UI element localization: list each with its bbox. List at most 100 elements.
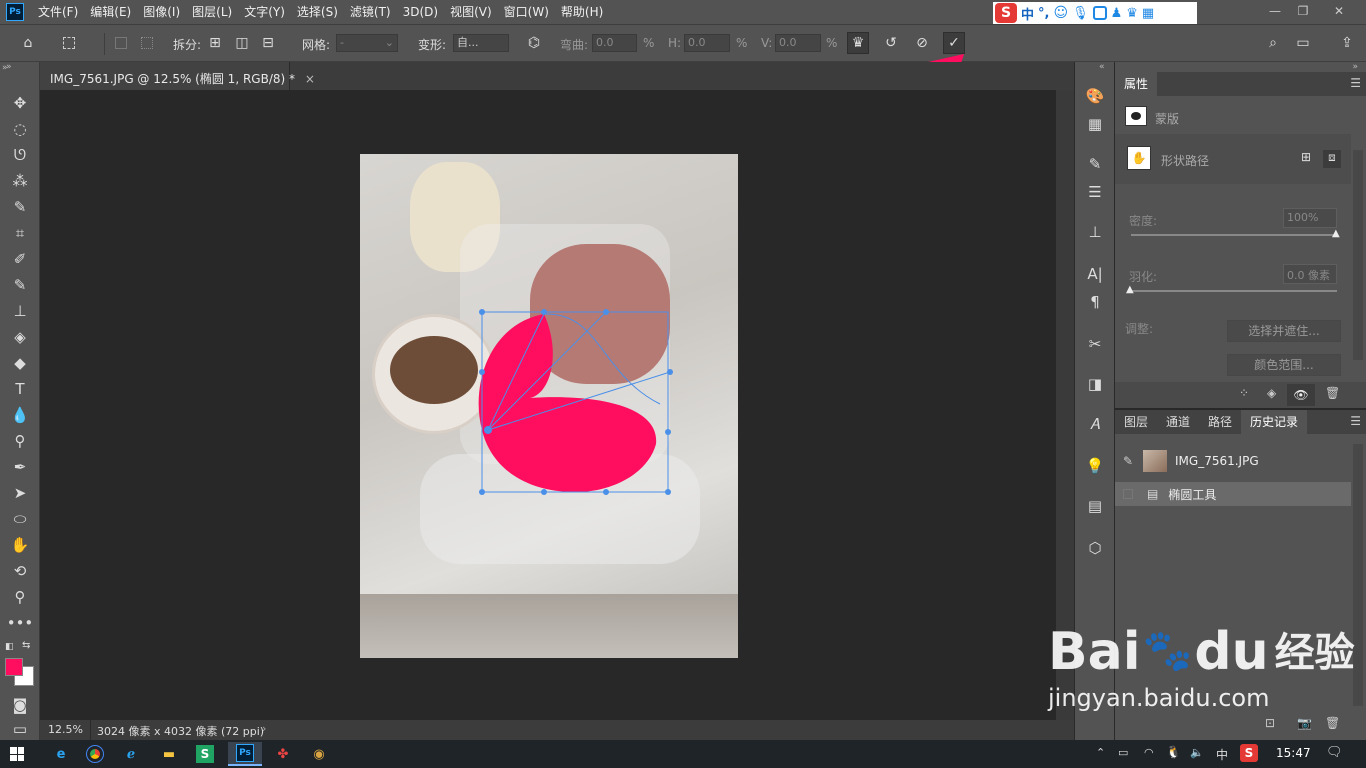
rotate-view-icon[interactable]: ⟲ xyxy=(8,560,32,582)
feather-input[interactable]: 0.0 像素 xyxy=(1283,264,1337,284)
menu-layer[interactable]: 图层(L) xyxy=(186,0,238,24)
crop-tool-icon[interactable]: ⌗ xyxy=(8,222,32,244)
tray-overflow-icon[interactable]: ⌃ xyxy=(1096,746,1105,759)
default-colors-icon[interactable]: ◧ xyxy=(5,642,14,652)
character-panel-icon[interactable]: A| xyxy=(1085,264,1105,284)
warp-select[interactable]: 自... xyxy=(453,34,509,52)
clock-time[interactable]: 15:47 xyxy=(1276,746,1311,760)
hand-tool-icon[interactable]: ✋ xyxy=(8,534,32,556)
tab-history[interactable]: 历史记录 xyxy=(1241,410,1308,434)
handle-bottom-mid-right[interactable] xyxy=(603,489,609,495)
tab-properties[interactable]: 属性 xyxy=(1115,72,1158,96)
delete-state-icon[interactable]: 🗑 xyxy=(1325,716,1340,730)
visibility-eye-icon[interactable]: 👁 xyxy=(1287,384,1315,406)
grid-toggle-icon[interactable] xyxy=(110,32,132,54)
3d-panel-icon[interactable]: ⬡ xyxy=(1085,538,1105,558)
brush-tool-icon[interactable]: ✎ xyxy=(8,274,32,296)
type-tool-icon[interactable]: T xyxy=(8,378,32,400)
density-slider[interactable] xyxy=(1131,234,1337,236)
swatches-panel-icon[interactable]: ▦ xyxy=(1085,114,1105,134)
grid-select[interactable]: - ⌄ xyxy=(336,34,398,52)
screen-mode-icon[interactable]: ▭ xyxy=(8,718,32,740)
brush-settings-icon[interactable]: ✎ xyxy=(1085,154,1105,174)
handle-top-left[interactable] xyxy=(479,309,485,315)
vector-mask-icon[interactable]: ✋ xyxy=(1127,146,1151,170)
path-selection-icon[interactable]: ➤ xyxy=(8,482,32,504)
emoji-icon[interactable]: ☺ xyxy=(1053,5,1068,21)
gradients-icon[interactable]: ▤ xyxy=(1085,496,1105,516)
healing-brush-icon[interactable]: ✐ xyxy=(8,248,32,270)
paragraph-panel-icon[interactable]: ¶ xyxy=(1085,292,1105,312)
share-icon[interactable]: ⇪ xyxy=(1336,32,1358,54)
network-icon[interactable]: ◠ xyxy=(1144,746,1154,759)
input-language[interactable]: 中 xyxy=(1216,746,1228,763)
workspace-icon[interactable]: ▭ xyxy=(1292,32,1314,54)
swap-colors-icon[interactable]: ⇆ xyxy=(22,640,30,651)
taskbar-photoshop[interactable]: Ps xyxy=(228,742,262,766)
select-and-mask-button[interactable]: 选择并遮住... xyxy=(1227,320,1341,342)
move-tool-icon[interactable]: ✥ xyxy=(8,92,32,114)
user-icon[interactable]: ♟ xyxy=(1111,6,1123,21)
panel-menu-icon[interactable]: ☰ xyxy=(1350,76,1361,90)
glyphs-icon[interactable]: 𝐴 xyxy=(1085,414,1105,434)
v-input[interactable]: 0.0 xyxy=(775,34,821,52)
handle-top-right[interactable] xyxy=(603,309,609,315)
search-icon[interactable]: ⌕ xyxy=(1262,32,1284,54)
panel-collapse-icon[interactable]: » xyxy=(2,63,8,73)
menu-edit[interactable]: 编辑(E) xyxy=(84,0,137,24)
handle-bottom-left[interactable] xyxy=(479,489,485,495)
handle-right-lower[interactable] xyxy=(665,429,671,435)
learn-icon[interactable]: 💡 xyxy=(1085,456,1105,476)
file-explorer-icon[interactable]: ▬ xyxy=(156,742,182,766)
new-snapshot-icon[interactable]: 📷 xyxy=(1297,716,1312,730)
menu-help[interactable]: 帮助(H) xyxy=(555,0,609,24)
sogou-tray-icon[interactable]: S xyxy=(1240,744,1258,762)
magic-wand-icon[interactable]: ⁂ xyxy=(8,170,32,192)
pen-tool-icon[interactable]: ✒ xyxy=(8,456,32,478)
wps-sheets-icon[interactable]: S xyxy=(196,745,214,763)
navigator-icon[interactable]: ◨ xyxy=(1085,374,1105,394)
h-input[interactable]: 0.0 xyxy=(684,34,730,52)
menu-filter[interactable]: 滤镜(T) xyxy=(344,0,397,24)
menu-image[interactable]: 图像(I) xyxy=(137,0,186,24)
grid-menu-icon[interactable]: ▦ xyxy=(1142,6,1154,21)
menu-select[interactable]: 选择(S) xyxy=(291,0,344,24)
split-vertical-icon[interactable]: ◫ xyxy=(231,32,253,54)
menu-type[interactable]: 文字(Y) xyxy=(238,0,291,24)
pink-shape-fill[interactable] xyxy=(478,314,657,493)
foreground-color-swatch[interactable] xyxy=(5,658,23,676)
zoom-tool-icon[interactable]: ⚲ xyxy=(8,586,32,608)
ime-toolbar[interactable]: S 中 °, ☺ 🎙 ♟ ♛ ▦ xyxy=(993,2,1197,24)
restore-button[interactable]: ❐ xyxy=(1288,0,1318,22)
feather-slider-thumb[interactable]: ▲ xyxy=(1126,284,1134,295)
volume-icon[interactable]: 🔈 xyxy=(1190,746,1204,759)
tools-preset-icon[interactable]: ✂ xyxy=(1085,334,1105,354)
handle-top-mid[interactable] xyxy=(541,309,547,315)
color-panel-icon[interactable]: 🎨 xyxy=(1085,86,1105,106)
minimize-button[interactable]: — xyxy=(1260,0,1290,22)
vector-mask-mode-icon[interactable]: ⧈ xyxy=(1323,150,1341,168)
delete-mask-icon[interactable]: 🗑 xyxy=(1325,386,1340,400)
pinwheel-app-icon[interactable]: ✤ xyxy=(270,742,296,766)
document-tab[interactable]: IMG_7561.JPG @ 12.5% (椭圆 1, RGB/8) * × xyxy=(40,62,315,90)
split-horizontal-icon[interactable]: ⊟ xyxy=(257,32,279,54)
color-range-button[interactable]: 颜色范围... xyxy=(1227,354,1341,376)
handle-bottom-right[interactable] xyxy=(665,489,671,495)
more-tools-icon[interactable]: ••• xyxy=(7,612,34,634)
load-selection-icon[interactable]: ⁘ xyxy=(1239,386,1249,400)
density-input[interactable]: 100% xyxy=(1283,208,1337,228)
marquee-tool-icon[interactable]: ◌ xyxy=(8,118,32,140)
document-image[interactable] xyxy=(360,154,738,658)
properties-scrollbar[interactable] xyxy=(1353,150,1363,360)
handle-left-mid[interactable] xyxy=(479,369,485,375)
close-tab-icon[interactable]: × xyxy=(305,72,315,86)
tab-paths[interactable]: 路径 xyxy=(1199,410,1241,434)
quick-mask-icon[interactable]: ◙ xyxy=(8,694,32,716)
menu-window[interactable]: 窗口(W) xyxy=(498,0,555,24)
warp-orientation-icon[interactable]: ⌬ xyxy=(523,32,545,54)
density-slider-thumb[interactable]: ▲ xyxy=(1332,228,1340,239)
ie-icon[interactable]: e xyxy=(48,742,74,766)
tab-channels[interactable]: 通道 xyxy=(1157,410,1199,434)
pixel-mask-icon[interactable] xyxy=(1125,106,1147,126)
ellipse-tool-icon[interactable]: ⬭ xyxy=(8,508,32,530)
